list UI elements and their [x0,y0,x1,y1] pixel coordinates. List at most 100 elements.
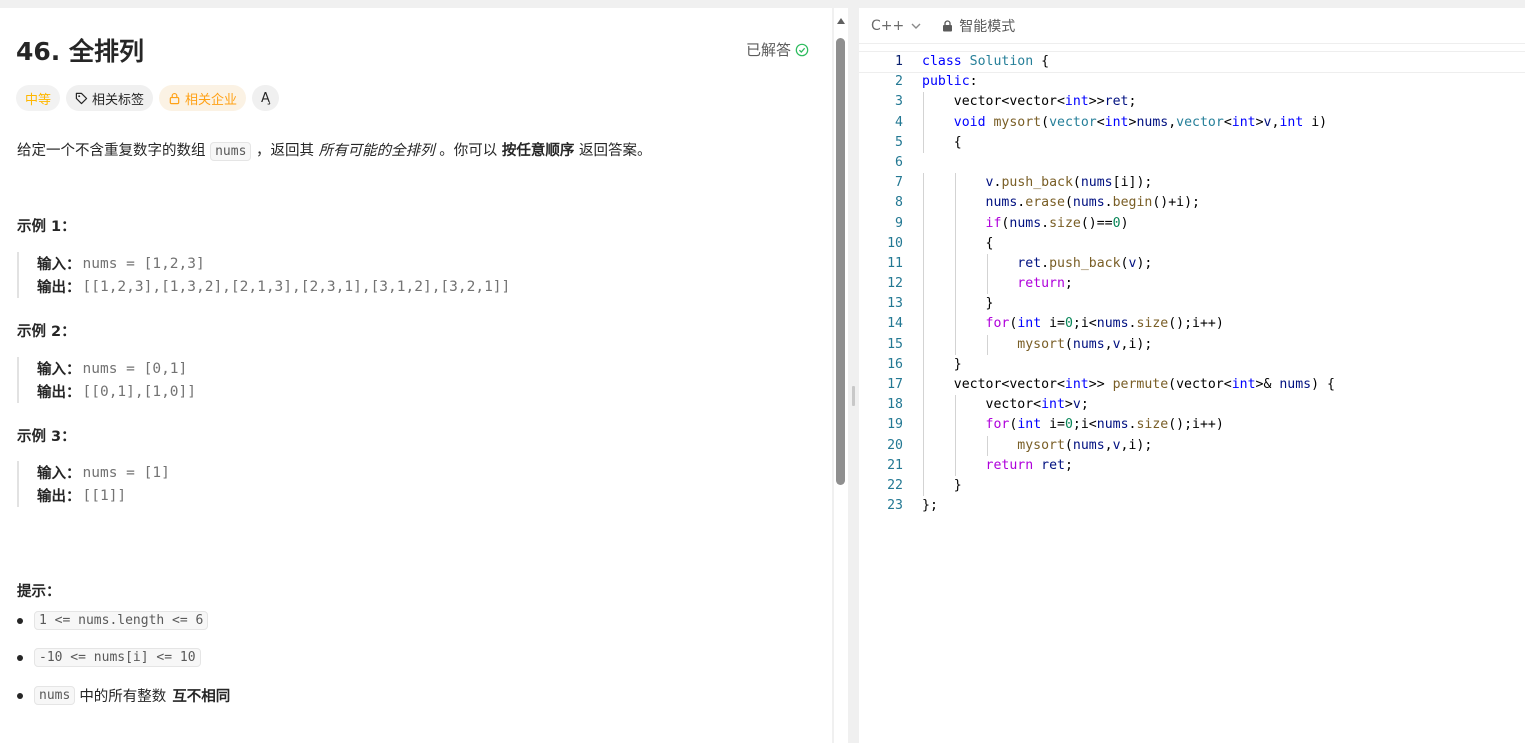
code-line[interactable]: 2 public: [859,72,1525,92]
translate-button[interactable]: A̧ [252,85,279,111]
code-text: ret.push_back(v); [1017,255,1153,271]
line-number: 15 [887,336,903,352]
lock-icon [943,19,953,31]
code-text: v.push_back(nums[i]); [985,175,1153,191]
code-text: return ret; [985,457,1073,473]
constraint-bold: 互不相同 [172,689,231,705]
line-number: 10 [887,235,903,251]
example-1-block: 输入： nums = [1,2,3] 输出： [[1,2,3],[1,3,2],[2… [17,252,510,298]
tag-row: 中等 相关标签 相关企业 A̧ [16,85,279,111]
statement-code-nums: nums [210,142,252,161]
code-line[interactable]: 3 vector<vector<int>>ret; [859,92,1525,113]
example-2-output: [[0,1],[1,0]] [82,383,197,400]
related-companies-button[interactable]: 相关企业 [159,85,247,111]
statement-text-3: 。你可以 [439,143,498,159]
code-text: public: [922,74,978,90]
constraint-item: 1 <= nums.length <= 6 [17,611,209,630]
code-text: vector<vector<int>>ret; [922,94,1137,110]
related-tags-button[interactable]: 相关标签 [66,85,154,111]
tag-icon [75,92,88,104]
example-1-output: [[1,2,3],[1,3,2],[2,1,3],[2,3,1],[3,1,2]… [82,278,511,295]
statement-text-2: ，返回其 [256,143,315,159]
line-number: 17 [887,377,903,392]
code-text: } [922,477,962,493]
drag-grip-icon [852,386,855,406]
example-1-input: nums = [1,2,3] [82,255,205,272]
scroll-up-arrow-icon[interactable] [837,18,845,24]
language-label: C++ [871,17,905,34]
code-line[interactable]: 13 } [859,294,1525,315]
code-line[interactable]: 11 ret.push_back(v); [859,253,1525,275]
example-2-title: 示例 2： [17,324,76,340]
line-number: 23 [887,498,903,514]
line-number: 16 [887,356,903,372]
code-line[interactable]: 10 { [859,233,1525,254]
line-number: 9 [895,215,903,231]
related-tags-label: 相关标签 [92,92,145,108]
statement-text-4: 返回答案。 [578,143,652,159]
description-scrollbar[interactable] [834,8,848,743]
constraint-code: nums [34,686,76,705]
line-number: 11 [887,255,903,271]
code-line[interactable]: 16 } [859,354,1525,375]
code-line[interactable]: 23}; [859,496,1525,516]
scrollbar-thumb[interactable] [836,38,845,485]
editor-toolbar: C++ 智能模式 [859,8,1525,44]
code-text: class Solution { [922,54,1050,69]
code-line[interactable]: 4 void mysort(vector<int>nums,vector<int… [859,112,1525,133]
code-area[interactable]: 1 class Solution { 2 public: 3 vector<vector… [859,50,1525,516]
constraints-title: 提示： [17,584,61,600]
code-line[interactable]: 14 for(int i=0;i<nums.size();i++) [859,314,1525,335]
line-number: 1 [895,54,903,69]
output-label: 输出： [37,280,81,296]
code-line[interactable]: 9 if(nums.size()==0) [859,213,1525,234]
line-number: 8 [895,195,903,211]
code-line[interactable]: 15 mysort(nums,v,i); [859,334,1525,355]
line-number: 20 [887,437,903,453]
related-companies-label: 相关企业 [185,92,238,108]
code-text: mysort(nums,v,i); [1017,336,1153,352]
line-number: 19 [887,417,903,433]
code-line[interactable]: 12 return; [859,274,1525,295]
code-text: } [922,356,962,372]
code-text: for(int i=0;i<nums.size();i++) [985,417,1224,433]
code-line[interactable]: 5 { [859,132,1525,153]
example-3-title: 示例 3： [17,429,76,445]
statement-text-1: 给定一个不含重复数字的数组 [17,143,206,159]
code-line[interactable]: 8 nums.erase(nums.begin()+i); [859,193,1525,214]
code-line[interactable]: 7 v.push_back(nums[i]); [859,173,1525,194]
code-line[interactable]: 17 vector<vector<int>> permute(vector<in… [859,375,1525,396]
code-text: vector<int>v; [922,397,1089,413]
line-number: 13 [887,296,903,312]
code-line[interactable]: 20 mysort(nums,v,i); [859,435,1525,456]
output-label: 输出： [37,385,81,401]
code-text: nums.erase(nums.begin()+i); [985,195,1200,211]
code-text: mysort(nums,v,i); [1017,437,1153,453]
line-number: 22 [887,477,903,493]
code-text: for(int i=0;i<nums.size();i++) [985,316,1224,332]
line-number: 2 [895,74,903,90]
line-number: 3 [895,94,903,110]
line-number: 12 [887,276,903,292]
constraint-item: -10 <= nums[i] <= 10 [17,648,201,667]
line-number: 18 [887,397,903,413]
code-line[interactable]: 22 } [859,475,1525,497]
bullet-icon [17,692,23,699]
line-number: 5 [895,134,903,150]
constraint-text: 中的所有整数 [79,689,167,705]
example-2-block: 输入： nums = [0,1] 输出： [[0,1],[1,0]] [17,357,196,403]
smart-mode-toggle[interactable]: 智能模式 [942,16,1015,36]
code-line[interactable]: 1 class Solution { [859,50,1525,74]
panel-resize-handle[interactable] [849,0,859,743]
code-line[interactable]: 18 vector<int>v; [859,395,1525,416]
example-2-input: nums = [0,1] [82,360,188,377]
line-number: 4 [895,114,903,130]
lock-icon [169,92,180,104]
code-line[interactable]: 19 for(int i=0;i<nums.size();i++) [859,415,1525,436]
code-line[interactable]: 6 [859,153,1525,173]
code-text: } [922,296,994,312]
code-line[interactable]: 21 return ret; [859,455,1525,476]
constraint-code: -10 <= nums[i] <= 10 [34,648,201,667]
example-3-input: nums = [1] [82,464,170,481]
language-selector[interactable]: C++ [871,18,922,34]
